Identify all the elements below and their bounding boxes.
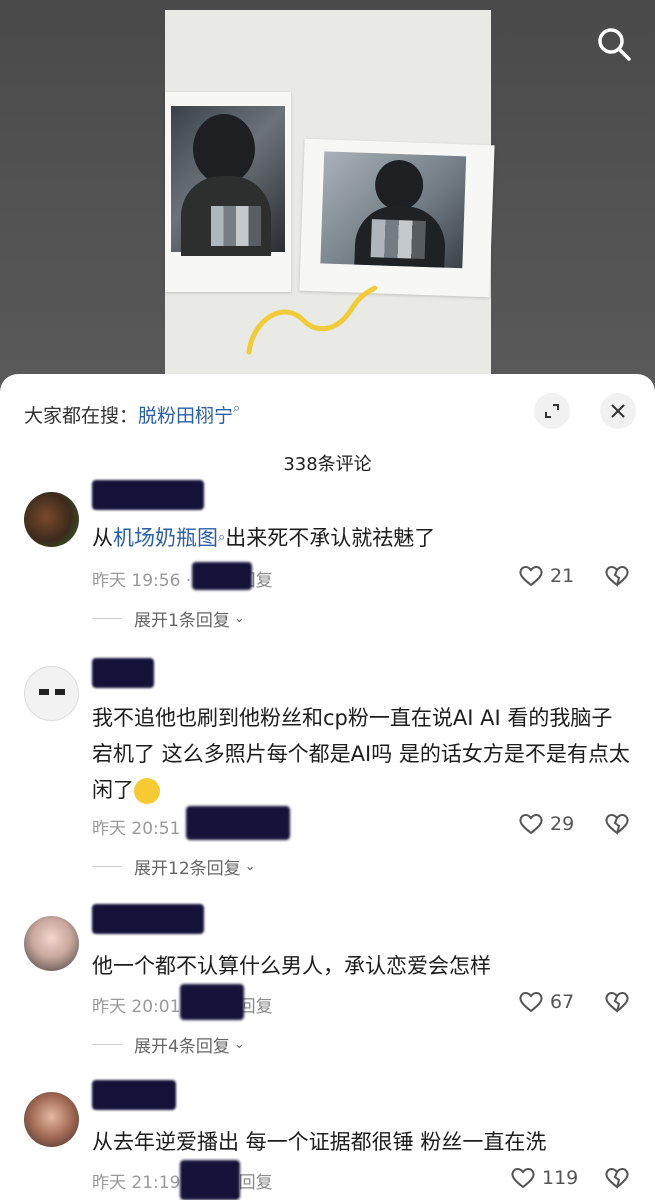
polaroid-photo [299,138,495,298]
heart-icon [519,992,543,1013]
mini-search-icon: ⌕ [233,401,241,416]
location-redaction [180,1160,240,1200]
like-count: 119 [542,1167,579,1189]
search-button[interactable] [594,24,634,64]
comment-time: 昨天 19:56 · [92,571,197,591]
heart-icon [519,814,543,835]
dislike-button[interactable] [604,990,630,1018]
search-icon [598,28,631,61]
heart-icon [511,1168,535,1189]
comment-time: 昨天 20:51 · [92,819,197,839]
expand-replies-button[interactable]: 展开12条回复 ⌄ [92,854,256,879]
like-count: 67 [550,991,575,1013]
chevron-down-icon: ⌄ [244,859,256,874]
close-sheet-button[interactable] [600,393,636,429]
broken-heart-icon [605,814,629,835]
trending-search-prefix: 大家都在搜： [24,405,139,427]
yellow-squiggle-drawing [246,285,378,355]
trending-search-hint[interactable]: 大家都在搜：脱粉田栩宁⌕ [24,401,240,428]
like-button[interactable]: 119 [510,1166,578,1190]
like-button[interactable]: 29 [518,812,574,836]
broken-heart-icon [605,1168,629,1189]
expand-sheet-button[interactable] [534,393,570,429]
trending-search-term[interactable]: 脱粉田栩宁 [138,405,233,427]
video-preview[interactable] [0,0,655,395]
avatar[interactable] [24,492,79,547]
dislike-button[interactable] [604,812,630,840]
comment-count-title: 338条评论 [283,454,372,475]
dislike-button[interactable] [604,564,630,592]
polaroid-photo [165,92,291,292]
chevron-down-icon: ⌄ [233,1037,245,1052]
comment-text: 从机场奶瓶图⌕出来死不承认就祛魅了 [92,526,436,550]
expand-icon [545,404,559,418]
location-redaction [180,984,244,1020]
broken-heart-icon [605,566,629,587]
chevron-down-icon: ⌄ [233,611,245,626]
username-redacted [92,904,204,934]
comment-sheet: 大家都在搜：脱粉田栩宁⌕ 338条评论 从机场奶瓶图⌕出来死不承认就祛魅了 昨天… [0,374,655,1200]
comment-text: 从去年逆爱播出 每一个证据都很锤 粉丝一直在洗 [92,1130,547,1154]
comment-text: 他一个都不认算什么男人，承认恋爱会怎样 [92,954,491,978]
close-icon [611,404,625,418]
heart-icon [519,566,543,587]
avatar[interactable] [24,666,79,721]
comment-search-link[interactable]: 机场奶瓶图 [113,526,218,550]
emoji-icon [134,778,160,804]
username-redacted [92,480,204,510]
avatar[interactable] [24,1092,79,1147]
username-redacted [92,658,154,688]
comment-text: 我不追他也刷到他粉丝和cp粉一直在说AI AI 看的我脑子宕机了 这么多照片每个… [92,706,630,804]
like-button[interactable]: 67 [518,990,574,1014]
like-count: 29 [550,813,575,835]
location-redaction [192,562,252,590]
expand-replies-button[interactable]: 展开4条回复 ⌄ [92,1032,245,1057]
broken-heart-icon [605,992,629,1013]
like-button[interactable]: 21 [518,564,574,588]
video-frame-image [165,10,495,395]
username-redacted [92,1080,176,1110]
location-redaction [186,806,290,840]
like-count: 21 [550,565,575,587]
avatar[interactable] [24,916,79,971]
dislike-button[interactable] [604,1166,630,1194]
reply-button[interactable]: 回复 [239,1173,273,1193]
expand-replies-button[interactable]: 展开1条回复 ⌄ [92,606,245,631]
